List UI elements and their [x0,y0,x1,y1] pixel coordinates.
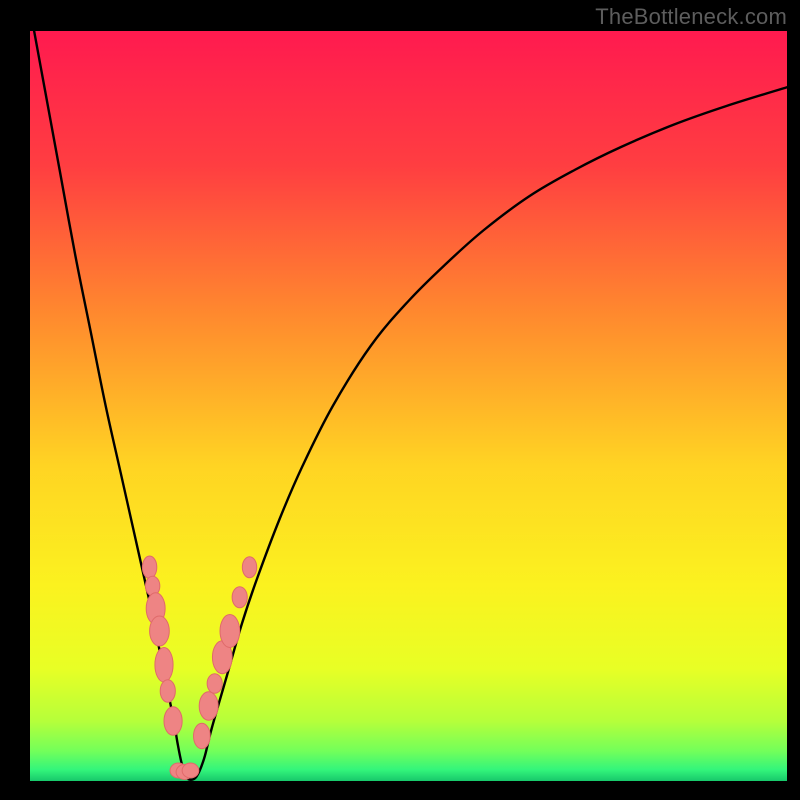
outer-frame: TheBottleneck.com [0,0,800,800]
chart-svg [30,31,787,781]
watermark-text: TheBottleneck.com [595,4,787,30]
curve-marker [164,707,182,736]
curve-marker [220,615,240,648]
curve-marker [150,616,170,646]
curve-marker [199,692,218,721]
curve-marker [142,556,156,579]
curve-marker [160,680,175,703]
plot-area [30,31,787,781]
curve-marker [232,587,247,608]
marker-group [142,556,256,780]
curve-marker [155,648,173,683]
curve-marker [194,723,211,749]
curve-marker [182,763,199,778]
curve-marker [242,557,256,578]
curve-marker [207,674,222,694]
bottleneck-curve [30,31,787,780]
